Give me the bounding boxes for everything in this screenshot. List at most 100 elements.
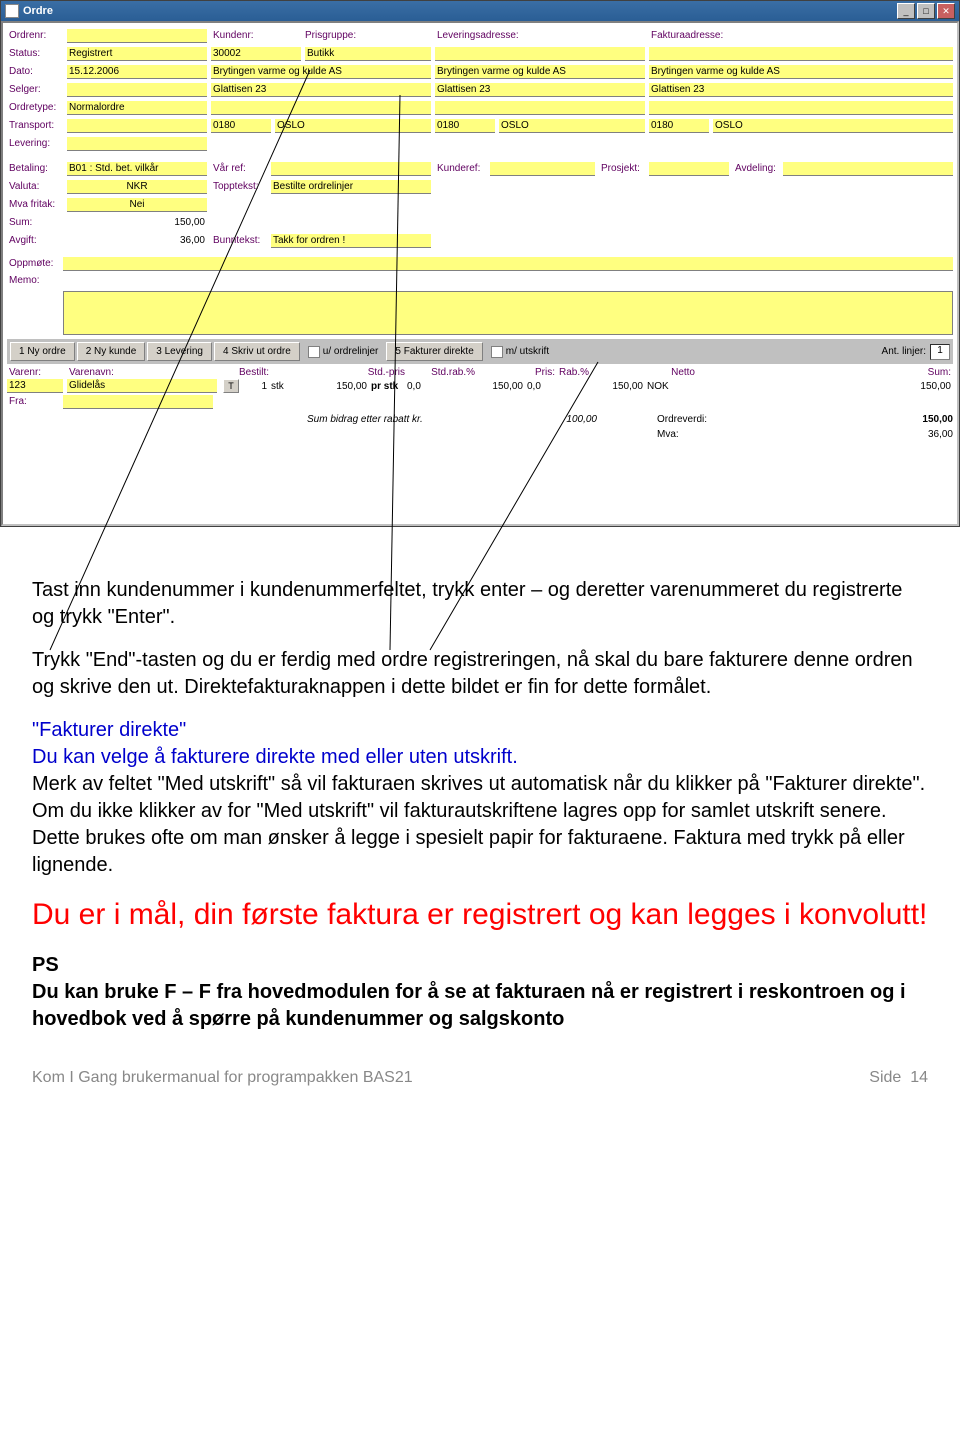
checkbox-icon (308, 346, 320, 358)
maximize-button[interactable]: □ (917, 3, 935, 19)
paragraph-3: "Fakturer direkte" Du kan velge å faktur… (32, 717, 928, 879)
kunderef-field[interactable] (490, 162, 595, 176)
valuta-field[interactable]: NKR (67, 180, 207, 194)
line-cur: NOK (645, 380, 675, 393)
page-footer: Kom I Gang brukermanual for programpakke… (0, 1069, 960, 1097)
selger-field[interactable] (67, 83, 207, 97)
avdeling-field[interactable] (783, 162, 953, 176)
lev-sted-field[interactable]: OSLO (499, 119, 645, 133)
u-ordrelinjer-checkbox[interactable]: u/ ordrelinjer (302, 346, 385, 358)
oppmote-field[interactable] (63, 257, 953, 271)
ordrenr-label: Ordrenr: (7, 30, 67, 41)
prosjekt-label: Prosjekt: (599, 163, 649, 174)
m-utskrift-checkbox[interactable]: m/ utskrift (485, 346, 555, 358)
fak-adresse2-field[interactable] (649, 101, 953, 115)
status-field[interactable]: Registrert (67, 47, 207, 61)
footer-right: Side 14 (869, 1069, 928, 1087)
ordreverdi-value: 150,00 (737, 414, 953, 425)
memo-label: Memo: (7, 275, 63, 286)
kunderef-label: Kunderef: (435, 163, 490, 174)
transport-label: Transport: (7, 120, 67, 131)
kundenr-field[interactable]: 30002 (211, 47, 301, 61)
fak-postnr-field[interactable]: 0180 (649, 119, 709, 133)
fakturaadresse-label: Fakturaadresse: (649, 30, 725, 41)
levering-field[interactable] (67, 137, 207, 151)
ny-ordre-button[interactable]: 1 Ny ordre (10, 342, 75, 361)
fak-navn-field[interactable]: Brytingen varme og kulde AS (649, 65, 953, 79)
ny-kunde-button[interactable]: 2 Ny kunde (77, 342, 146, 361)
levering-button[interactable]: 3 Levering (147, 342, 212, 361)
memo-field[interactable] (63, 291, 953, 335)
fak-adresse-field[interactable]: Glattisen 23 (649, 83, 953, 97)
mva-value: 36,00 (737, 429, 953, 440)
mva-fritak-label: Mva fritak: (7, 199, 67, 210)
topptekst-field[interactable]: Bestilte ordrelinjer (271, 180, 431, 194)
app-icon (5, 4, 19, 18)
status-label: Status: (7, 48, 67, 59)
oppmote-label: Oppmøte: (7, 258, 63, 269)
hdr-stdrab: Std.rab.% (407, 366, 477, 379)
sum-label: Sum: (7, 217, 67, 228)
skriv-ut-ordre-button[interactable]: 4 Skriv ut ordre (214, 342, 300, 361)
varref-field[interactable] (271, 162, 431, 176)
line-netto: 150,00 (575, 380, 645, 393)
fak-ref-field[interactable] (649, 47, 953, 61)
ps-body: Du kan bruke F – F fra hovedmodulen for … (32, 981, 906, 1030)
lev-adresse-field[interactable]: Glattisen 23 (435, 83, 645, 97)
minimize-button[interactable]: _ (897, 3, 915, 19)
prisgruppe-field[interactable]: Butikk (305, 47, 431, 61)
line-t-button[interactable]: T (223, 379, 239, 393)
mva-fritak-field[interactable]: Nei (67, 198, 207, 212)
hdr-netto: Netto (617, 366, 697, 379)
line-varenr-field[interactable]: 123 (7, 379, 63, 393)
lev-postnr-field[interactable]: 0180 (435, 119, 495, 133)
hdr-stdpris: Std.-pris (317, 366, 407, 379)
line-rab: 0,0 (525, 380, 575, 393)
prosjekt-field[interactable] (649, 162, 729, 176)
ordretype-field[interactable]: Normalordre (67, 101, 207, 115)
close-button[interactable]: ✕ (937, 3, 955, 19)
fra-label: Fra: (7, 396, 63, 407)
hdr-rab: Rab.% (557, 366, 617, 379)
ordretype-label: Ordretype: (7, 102, 67, 113)
ps-paragraph: PS Du kan bruke F – F fra hovedmodulen f… (32, 952, 928, 1033)
line-stdpris: 150,00 (299, 380, 369, 393)
fak-sted-field[interactable]: OSLO (713, 119, 953, 133)
fra-field[interactable] (63, 395, 213, 409)
checkbox-icon (491, 346, 503, 358)
kunde-adresse-field[interactable]: Glattisen 23 (211, 83, 431, 97)
lev-navn-field[interactable]: Brytingen varme og kulde AS (435, 65, 645, 79)
line-sum: 150,00 (675, 380, 953, 393)
kunde-navn-field[interactable]: Brytingen varme og kulde AS (211, 65, 431, 79)
transport-field[interactable] (67, 119, 207, 133)
valuta-label: Valuta: (7, 181, 67, 192)
ant-linjer-field[interactable]: 1 (930, 344, 950, 360)
dato-field[interactable]: 15.12.2006 (67, 65, 207, 79)
kundenr-label: Kundenr: (211, 30, 263, 41)
ordrenr-field[interactable] (67, 29, 207, 43)
lev-ref-field[interactable] (435, 47, 645, 61)
paragraph-3-body: Merk av feltet "Med utskrift" så vil fak… (32, 773, 925, 876)
avgift-field: 36,00 (67, 234, 207, 248)
levering-label: Levering: (7, 138, 67, 149)
fakturer-direkte-button[interactable]: 5 Fakturer direkte (386, 342, 482, 361)
bunntekst-field[interactable]: Takk for ordren ! (271, 234, 431, 248)
ps-label: PS (32, 954, 59, 976)
line-varenavn-field[interactable]: Glidelås (67, 379, 217, 393)
hdr-sum: Sum: (697, 366, 953, 379)
line-stdrab: 0,0 (405, 380, 455, 393)
kunde-postnr-field[interactable]: 0180 (211, 119, 271, 133)
betaling-label: Betaling: (7, 163, 67, 174)
kunde-sted-field[interactable]: OSLO (275, 119, 431, 133)
mva-label: Mva: (657, 429, 737, 440)
varref-label: Vår ref: (211, 163, 271, 174)
kunde-adresse2-field[interactable] (211, 101, 431, 115)
hdr-varenavn: Varenavn: (67, 366, 237, 379)
document-body: Tast inn kundenummer i kundenummerfeltet… (0, 527, 960, 1069)
hdr-bestilt: Bestilt: (237, 366, 317, 379)
betaling-field[interactable]: B01 : Std. bet. vilkår (67, 162, 207, 176)
line-prstk: pr stk (369, 380, 405, 393)
titlebar[interactable]: Ordre _ □ ✕ (1, 1, 959, 21)
lev-adresse2-field[interactable] (435, 101, 645, 115)
window-title: Ordre (23, 5, 897, 17)
